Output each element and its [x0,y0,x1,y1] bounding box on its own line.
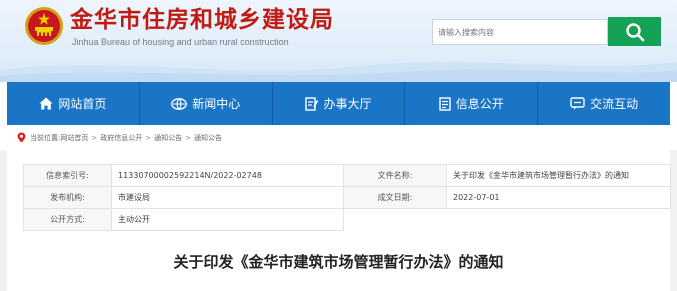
site-subtitle: Jinhua Bureau of housing and urban rural… [72,37,289,47]
breadcrumb-separator: > [185,133,191,142]
nav-item-info-public[interactable]: 信息公开 [405,82,539,125]
nav-item-home[interactable]: 网站首页 [7,82,140,125]
header-wave-decoration [0,62,677,82]
breadcrumb: 当前位置: 网站首页 > 政府信息公开 > 通知公告 > 通知公告 [7,125,670,150]
location-pin-icon [17,132,26,143]
meta-label: 文件名称: [343,164,447,187]
meta-value-issuer: 市建设局 [111,186,344,209]
search-icon [625,22,644,41]
home-icon [39,97,53,110]
breadcrumb-link-gov-info[interactable]: 政府信息公开 [100,133,142,143]
national-emblem-icon [25,7,63,45]
nav-item-label: 网站首页 [58,97,107,111]
document-edit-icon [305,96,319,111]
breadcrumb-separator: > [91,133,98,142]
search-button[interactable] [608,17,661,46]
meta-value-index: 11330700002592214N/2022-02748 [111,164,344,187]
breadcrumb-separator: > [145,133,152,142]
nav-item-news[interactable]: 新闻中心 [140,82,273,125]
breadcrumb-prefix: 当前位置: [30,133,61,142]
info-list-icon [439,96,451,111]
news-icon [171,97,188,110]
meta-empty-cell [447,209,671,231]
meta-label: 信息索引号: [23,164,112,187]
nav-item-label: 交流互动 [590,97,639,111]
nav-item-interaction[interactable]: 交流互动 [538,82,670,125]
nav-item-label: 新闻中心 [192,97,241,111]
table-row: 信息索引号: 11330700002592214N/2022-02748 文件名… [23,164,671,187]
meta-label: 成文日期: [343,186,447,209]
table-row: 发布机构: 市建设局 成文日期: 2022-07-01 [23,186,671,209]
article-card: 信息索引号: 11330700002592214N/2022-02748 文件名… [7,150,671,291]
meta-value-method: 主动公开 [111,208,344,231]
document-meta-table: 信息索引号: 11330700002592214N/2022-02748 文件名… [23,164,671,231]
nav-item-label: 信息公开 [455,97,504,111]
meta-empty-cell [344,209,447,231]
interaction-icon [570,97,585,110]
meta-value-doc-name: 关于印发《金华市建筑市场管理暂行办法》的通知 [446,164,671,187]
main-nav: 网站首页 新闻中心 办事大厅 信息公开 交流互动 [7,82,670,125]
meta-label: 发布机构: [23,186,112,209]
table-row: 公开方式: 主动公开 [23,208,671,231]
nav-item-label: 办事大厅 [323,97,372,111]
breadcrumb-link-home[interactable]: 网站首页 [60,133,88,143]
breadcrumb-link-notices-current[interactable]: 通知公告 [194,133,222,143]
breadcrumb-link-notices[interactable]: 通知公告 [154,133,182,143]
site-header: 金华市住房和城乡建设局 Jinhua Bureau of housing and… [0,0,677,82]
meta-value-date: 2022-07-01 [446,186,671,209]
search-input[interactable] [432,19,608,45]
meta-label: 公开方式: [23,208,112,231]
nav-item-service-hall[interactable]: 办事大厅 [273,82,406,125]
site-title: 金华市住房和城乡建设局 [70,7,334,33]
article-title: 关于印发《金华市建筑市场管理暂行办法》的通知 [173,253,504,271]
